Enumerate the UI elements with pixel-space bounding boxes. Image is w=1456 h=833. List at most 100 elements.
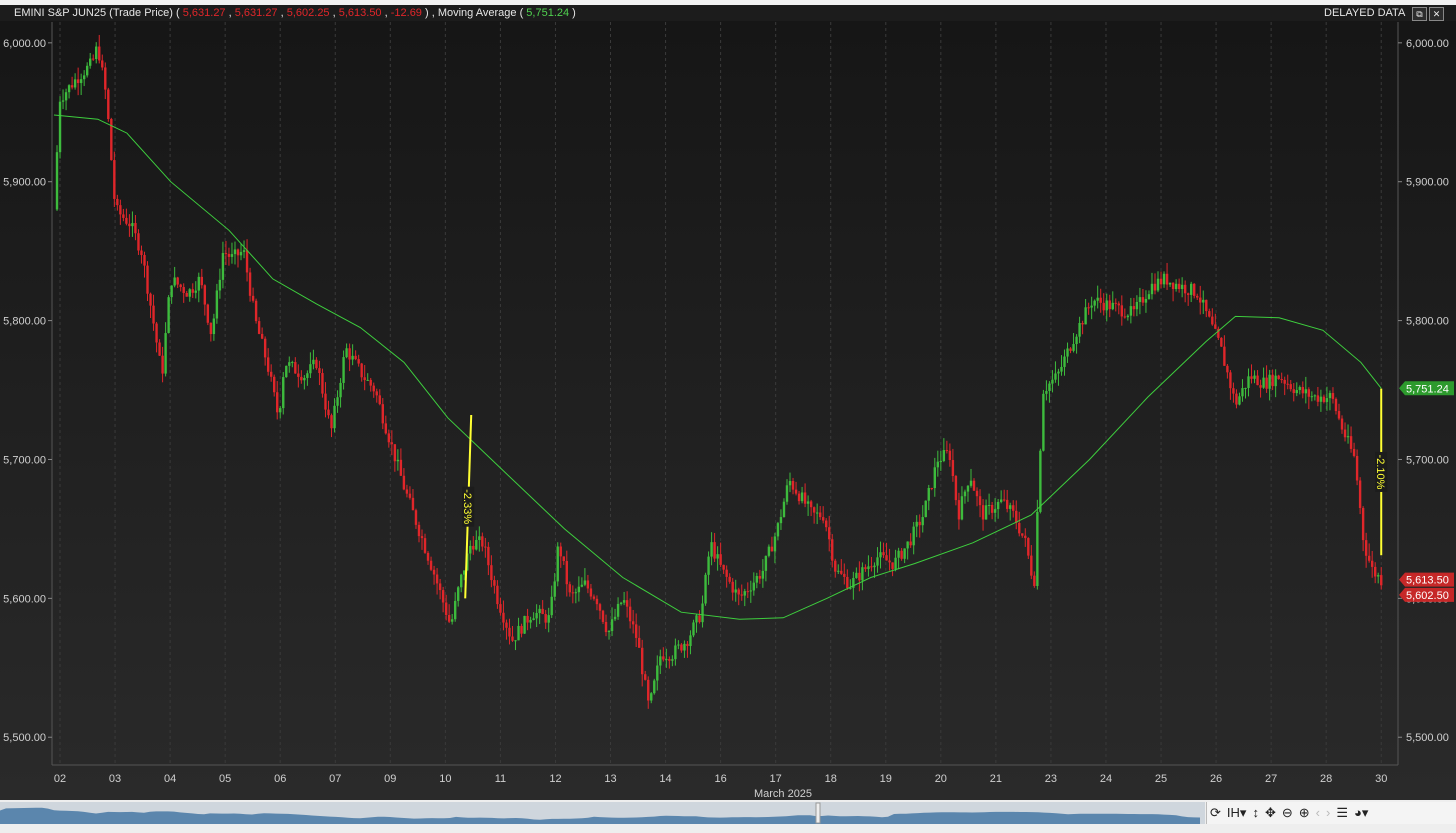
candle-body xyxy=(1042,393,1045,451)
candle-body xyxy=(993,509,997,513)
candle-body xyxy=(167,297,170,334)
candle-body xyxy=(221,253,225,280)
refresh-icon[interactable]: ⟳ xyxy=(1210,802,1221,824)
candle-body xyxy=(1325,398,1329,402)
candle-body xyxy=(1265,377,1268,389)
candle-body xyxy=(876,557,879,566)
candle-body xyxy=(363,377,366,381)
x-tick-label: 14 xyxy=(659,773,671,785)
candle-body xyxy=(933,467,936,489)
candle-body xyxy=(529,619,532,623)
zoom-out-icon[interactable]: ⊖ xyxy=(1282,802,1293,824)
candle-body xyxy=(1334,398,1338,412)
candle-body xyxy=(689,635,692,647)
candle-body xyxy=(179,284,182,288)
candle-body xyxy=(921,517,924,526)
candle-body xyxy=(930,487,933,489)
candle-body xyxy=(1048,383,1051,392)
candle-body xyxy=(972,480,976,491)
candle-body xyxy=(815,512,819,514)
candle-body xyxy=(647,679,650,701)
candle-body xyxy=(668,658,671,661)
x-tick-label: 28 xyxy=(1320,773,1332,785)
candle-body xyxy=(897,550,900,558)
candle-body xyxy=(580,584,584,587)
candle-body xyxy=(831,539,834,561)
palette-icon[interactable]: ◕▾ xyxy=(1354,802,1368,824)
candle-body xyxy=(882,552,885,556)
y-tick-label-right: 5,800.00 xyxy=(1406,316,1449,328)
x-tick-label: 13 xyxy=(604,773,616,785)
candle-body xyxy=(800,492,804,502)
candle-body xyxy=(1005,499,1009,509)
candle-body xyxy=(631,621,635,625)
candle-body xyxy=(538,608,541,614)
candle-body xyxy=(662,656,665,660)
candle-body xyxy=(453,600,457,620)
candle-body xyxy=(1268,374,1271,389)
candle-body xyxy=(656,665,659,681)
candle-body xyxy=(116,198,119,206)
candle-body xyxy=(1120,305,1124,317)
candle-body xyxy=(233,249,237,255)
candle-body xyxy=(909,541,912,546)
candle-body xyxy=(598,604,602,611)
zoom-in-icon[interactable]: ⊕ xyxy=(1299,802,1310,824)
candle-body xyxy=(891,562,894,569)
candle-body xyxy=(1078,323,1081,337)
chevron-left-icon[interactable]: ‹ xyxy=(1316,802,1320,824)
candle-body xyxy=(161,355,164,374)
candle-body xyxy=(707,556,710,575)
candle-body xyxy=(1096,297,1099,301)
y-tick-label-left: 5,700.00 xyxy=(3,454,46,466)
menu-icon[interactable]: ☰ xyxy=(1336,802,1348,824)
candle-body xyxy=(1045,391,1048,394)
candle-body xyxy=(1355,455,1359,481)
candle-body xyxy=(924,500,927,518)
candle-body xyxy=(583,580,587,585)
candle-body xyxy=(119,205,122,215)
candle-body xyxy=(227,253,231,257)
x-tick-label: 27 xyxy=(1265,773,1277,785)
candle-body xyxy=(773,536,777,552)
candle-body xyxy=(420,536,424,539)
chevron-right-icon[interactable]: › xyxy=(1326,802,1330,824)
candle-body xyxy=(185,293,188,297)
candle-body xyxy=(1205,299,1208,312)
pan-icon[interactable]: ✥ xyxy=(1265,802,1276,824)
candle-body xyxy=(1343,429,1347,438)
candle-body xyxy=(782,501,786,518)
candle-body xyxy=(1117,303,1120,306)
candle-body xyxy=(713,542,716,559)
candle-body xyxy=(1180,284,1184,290)
candle-body xyxy=(1380,575,1383,586)
candle-body xyxy=(867,566,870,570)
candle-body xyxy=(1223,346,1226,366)
bar-type-icon[interactable]: IH▾ xyxy=(1227,802,1247,824)
navigator-strip[interactable] xyxy=(0,802,1205,824)
candle-body xyxy=(1057,371,1060,374)
candle-body xyxy=(484,546,487,548)
candle-body xyxy=(858,572,861,581)
vertical-resize-icon[interactable]: ↕ xyxy=(1252,802,1259,824)
candle-body xyxy=(692,622,695,636)
candle-body xyxy=(1340,418,1344,430)
candle-body xyxy=(1144,298,1148,303)
x-tick-label: 26 xyxy=(1210,773,1222,785)
candle-body xyxy=(345,348,348,358)
candle-body xyxy=(625,600,629,607)
candle-body xyxy=(1024,535,1027,539)
candle-body xyxy=(828,527,831,540)
candle-body xyxy=(460,574,463,588)
candle-body xyxy=(825,520,828,528)
candle-body xyxy=(441,590,445,603)
candle-body xyxy=(357,359,360,364)
y-tick-label-right: 5,500.00 xyxy=(1406,732,1449,744)
candle-body xyxy=(837,570,840,572)
price-chart[interactable]: 02 03 04 05 06 07 09 10 11 12 13 14 16 17 18 19 20 21 23 24… xyxy=(0,0,1456,800)
candle-body xyxy=(149,293,152,306)
candle-body xyxy=(209,322,213,335)
candle-body xyxy=(206,304,210,323)
candle-body xyxy=(336,397,339,406)
candle-body xyxy=(915,521,918,527)
